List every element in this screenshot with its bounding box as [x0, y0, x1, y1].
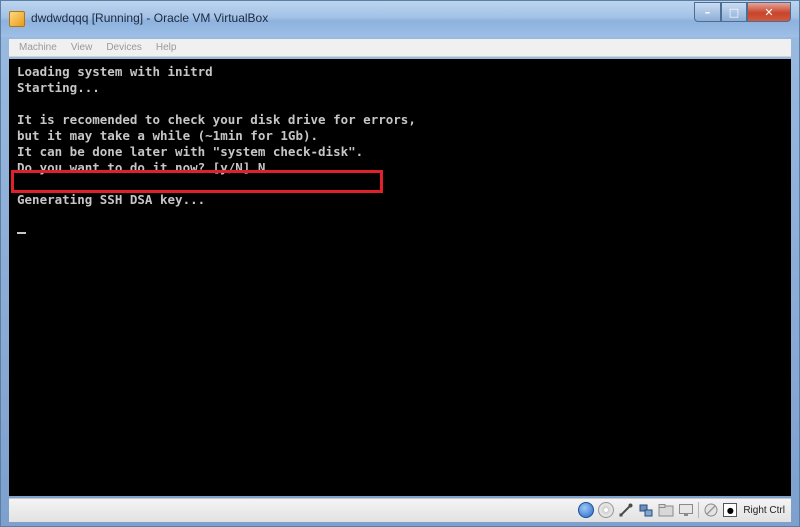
- maximize-button[interactable]: □: [721, 2, 747, 22]
- console-line: Starting...: [17, 80, 100, 95]
- console-line: Generating SSH DSA key...: [17, 192, 206, 207]
- menu-help[interactable]: Help: [156, 42, 177, 53]
- console-line: but it may take a while (~1min for 1Gb).: [17, 128, 319, 143]
- display-icon[interactable]: [678, 502, 694, 518]
- menu-devices[interactable]: Devices: [106, 42, 142, 53]
- window-controls: – □ ✕: [694, 2, 791, 22]
- network-icon[interactable]: [638, 502, 654, 518]
- vm-console-screen[interactable]: Loading system with initrd Starting... I…: [9, 59, 791, 496]
- title-bar[interactable]: dwdwdqqq [Running] - Oracle VM VirtualBo…: [1, 1, 799, 37]
- status-indicators: ● Right Ctrl: [578, 502, 785, 518]
- menu-bar: Machine View Devices Help: [9, 39, 791, 57]
- shared-folder-icon[interactable]: [658, 502, 674, 518]
- optical-drive-icon[interactable]: [598, 502, 615, 518]
- status-separator: [698, 502, 700, 518]
- status-bar: ● Right Ctrl: [9, 498, 791, 522]
- virtualbox-window: dwdwdqqq [Running] - Oracle VM VirtualBo…: [0, 0, 800, 527]
- menu-view[interactable]: View: [71, 42, 93, 53]
- mouse-integration-icon[interactable]: [703, 502, 719, 518]
- keyboard-capture-icon[interactable]: ●: [723, 503, 738, 517]
- virtualbox-app-icon: [9, 11, 25, 27]
- text-cursor: [17, 231, 26, 234]
- minimize-button[interactable]: –: [694, 2, 721, 22]
- close-button[interactable]: ✕: [747, 2, 791, 22]
- minimize-icon: –: [704, 5, 711, 19]
- usb-icon[interactable]: [618, 502, 634, 518]
- highlight-annotation-box: [11, 170, 383, 193]
- hard-disk-icon[interactable]: [578, 502, 595, 518]
- console-line: It is recomended to check your disk driv…: [17, 112, 416, 127]
- window-title: dwdwdqqq [Running] - Oracle VM VirtualBo…: [31, 11, 269, 25]
- maximize-icon: □: [728, 5, 740, 19]
- console-line: It can be done later with "system check-…: [17, 144, 364, 159]
- host-key-label: Right Ctrl: [743, 504, 785, 516]
- close-icon: ✕: [764, 5, 774, 19]
- menu-machine[interactable]: Machine: [19, 42, 57, 53]
- console-line: Loading system with initrd: [17, 64, 213, 79]
- console-cursor-line: [17, 224, 791, 240]
